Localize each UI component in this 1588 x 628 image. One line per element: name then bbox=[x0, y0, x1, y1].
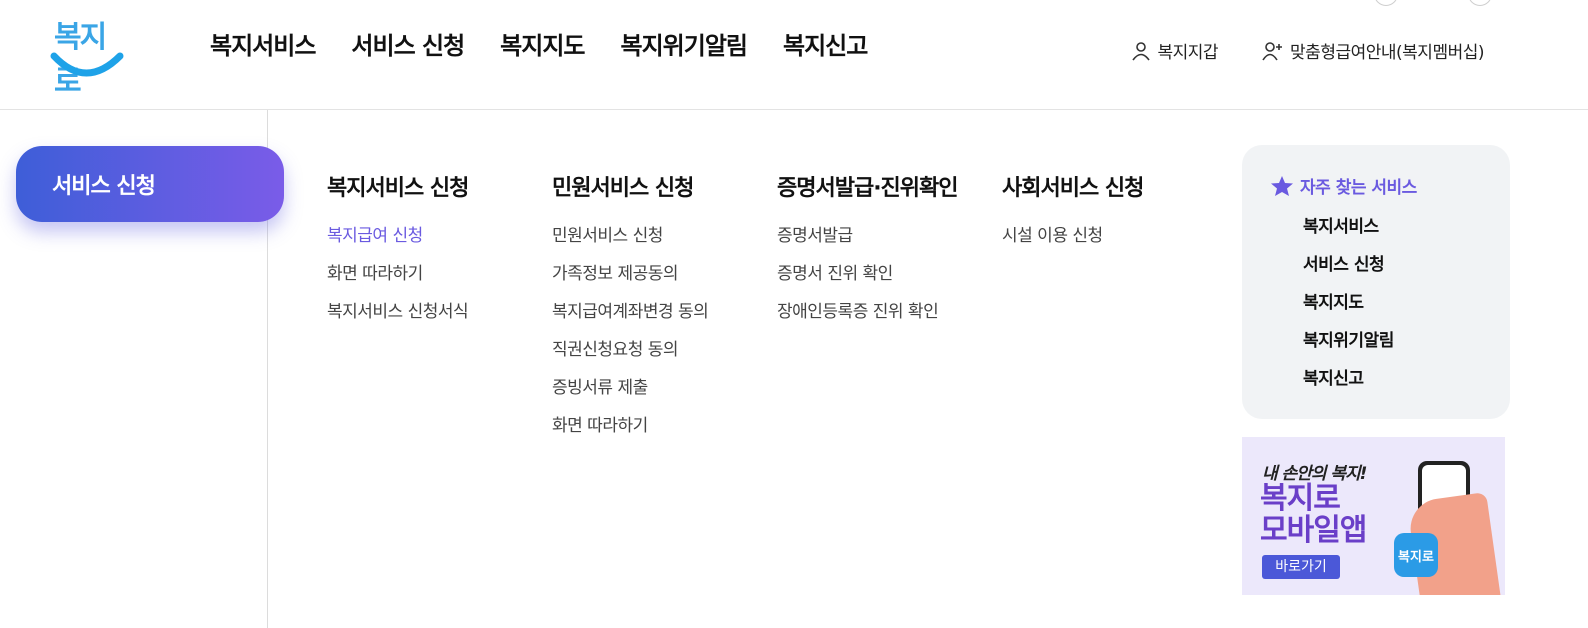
favorite-link[interactable]: 서비스 신청 bbox=[1270, 254, 1510, 292]
banner-go-button[interactable]: 바로가기 bbox=[1262, 555, 1340, 579]
submenu-column-certificate: 증명서발급·진위확인 증명서발급 증명서 진위 확인 장애인등록증 진위 확인 bbox=[777, 170, 959, 338]
favorites-box: 자주 찾는 서비스 복지서비스 서비스 신청 복지지도 복지위기알림 복지신고 bbox=[1242, 145, 1510, 419]
submenu-link[interactable]: 복지서비스 신청서식 bbox=[327, 300, 469, 338]
star-icon bbox=[1271, 175, 1293, 196]
left-menu: 서비스 신청 bbox=[0, 110, 284, 628]
submenu-link[interactable]: 시설 이용 신청 bbox=[1002, 224, 1143, 262]
submenu-link[interactable]: 화면 따라하기 bbox=[327, 262, 468, 300]
submenu-link[interactable]: 증명서 진위 확인 bbox=[777, 262, 958, 300]
membership-link[interactable]: 맞춤형급여안내(복지멤버십) bbox=[1262, 38, 1484, 63]
favorites-title-text: 자주 찾는 서비스 bbox=[1300, 178, 1417, 198]
favorite-link[interactable]: 복지위기알림 bbox=[1270, 330, 1510, 368]
membership-label: 맞춤형급여안내(복지멤버십) bbox=[1290, 43, 1484, 63]
user-add-icon bbox=[1262, 41, 1283, 60]
submenu-link[interactable]: 가족정보 제공동의 bbox=[552, 262, 708, 300]
left-menu-item-service-apply[interactable]: 서비스 신청 bbox=[16, 146, 284, 222]
favorites-title: 자주 찾는 서비스 bbox=[1270, 173, 1510, 198]
top-circle-icon-2[interactable] bbox=[1468, 0, 1492, 6]
favorite-link[interactable]: 복지서비스 bbox=[1270, 216, 1510, 254]
top-circle-icon[interactable] bbox=[1374, 0, 1398, 6]
submenu-link[interactable]: 직권신청요청 동의 bbox=[552, 338, 708, 376]
submenu-title: 증명서발급·진위확인 bbox=[777, 176, 959, 201]
site-header: 복지로 복지서비스 서비스 신청 복지지도 복지위기알림 복지신고 복지지갑 맞… bbox=[0, 0, 1588, 110]
mobile-app-banner[interactable]: 내 손안의 복지! 복지로 모바일앱 바로가기 복지로 bbox=[1242, 437, 1505, 595]
banner-line-1: 복지로 bbox=[1260, 481, 1341, 516]
favorite-link[interactable]: 복지지도 bbox=[1270, 292, 1510, 330]
submenu-title: 사회서비스 신청 bbox=[1002, 176, 1144, 201]
site-logo[interactable]: 복지로 bbox=[48, 10, 128, 99]
submenu-title: 민원서비스 신청 bbox=[552, 176, 694, 201]
gnb-welfare-service[interactable]: 복지서비스 bbox=[210, 26, 316, 61]
submenu-link[interactable]: 증명서발급 bbox=[777, 224, 958, 262]
banner-headline: 복지로 모바일앱 bbox=[1260, 481, 1367, 548]
banner-line-2: 모바일앱 bbox=[1260, 513, 1367, 548]
app-icon: 복지로 bbox=[1394, 533, 1438, 577]
gnb-welfare-report[interactable]: 복지신고 bbox=[783, 26, 868, 61]
submenu-link[interactable]: 증빙서류 제출 bbox=[552, 376, 708, 414]
user-icon bbox=[1132, 41, 1151, 60]
submenu-column-civil: 민원서비스 신청 민원서비스 신청 가족정보 제공동의 복지급여계좌변경 동의 … bbox=[552, 170, 709, 452]
logo-smile-icon bbox=[50, 52, 124, 77]
favorite-link[interactable]: 복지신고 bbox=[1270, 368, 1510, 406]
submenu-link[interactable]: 민원서비스 신청 bbox=[552, 224, 708, 262]
wallet-link[interactable]: 복지지갑 bbox=[1131, 38, 1219, 63]
gnb-service-apply[interactable]: 서비스 신청 bbox=[351, 26, 465, 61]
submenu-link[interactable]: 장애인등록증 진위 확인 bbox=[777, 300, 958, 338]
utility-menu: 복지지갑 맞춤형급여안내(복지멤버십) bbox=[1131, 38, 1484, 63]
submenu-link[interactable]: 화면 따라하기 bbox=[552, 414, 708, 452]
gnb-crisis-alert[interactable]: 복지위기알림 bbox=[621, 26, 748, 61]
submenu-column-welfare: 복지서비스 신청 복지급여 신청 화면 따라하기 복지서비스 신청서식 bbox=[327, 170, 469, 338]
submenu-title: 복지서비스 신청 bbox=[327, 176, 469, 201]
global-nav: 복지서비스 서비스 신청 복지지도 복지위기알림 복지신고 bbox=[210, 26, 868, 61]
submenu-link[interactable]: 복지급여계좌변경 동의 bbox=[552, 300, 709, 338]
submenu-link[interactable]: 복지급여 신청 bbox=[327, 224, 468, 262]
wallet-label: 복지지갑 bbox=[1157, 43, 1219, 63]
submenu-column-social: 사회서비스 신청 시설 이용 신청 bbox=[1002, 170, 1144, 262]
gnb-welfare-map[interactable]: 복지지도 bbox=[500, 26, 585, 61]
